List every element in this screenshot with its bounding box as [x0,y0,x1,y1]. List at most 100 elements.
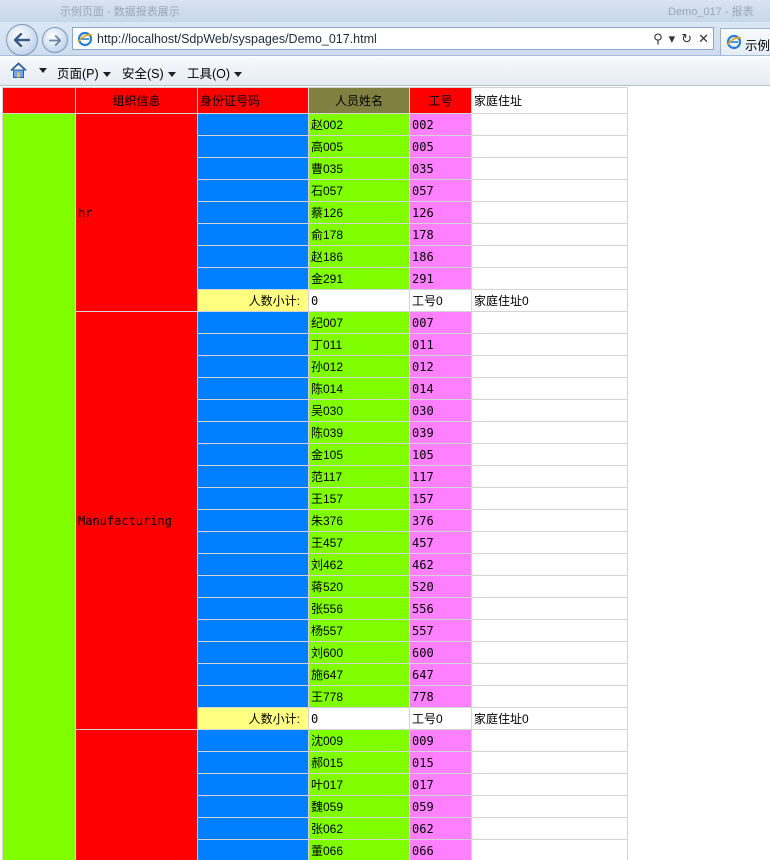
subtotal-address: 家庭住址0 [471,289,628,312]
back-button[interactable] [6,24,38,56]
name-cell: 杨557 [308,619,410,642]
id-card-cell [197,157,309,180]
address-cell [471,553,628,576]
dropdown-icon[interactable]: ▾ [669,30,676,47]
id-card-cell [197,839,309,860]
address-cell [471,311,628,334]
id-card-cell [197,135,309,158]
address-cell [471,355,628,378]
address-tools: ⚲ ▾ ↻ ✕ [653,30,709,47]
home-dropdown-icon[interactable] [39,68,47,73]
emp-no-cell: 017 [409,773,472,796]
address-cell [471,399,628,422]
id-card-cell [197,377,309,400]
header-name: 人员姓名 [308,87,410,114]
address-cell [471,531,628,554]
header-address: 家庭住址 [471,87,628,114]
address-cell [471,465,628,488]
id-card-cell [197,333,309,356]
name-cell: 石057 [308,179,410,202]
name-cell: 朱376 [308,509,410,532]
search-icon[interactable]: ⚲ [653,30,663,47]
subtotal-count: 0 [308,289,410,312]
table-row: 沈009 009 [3,729,628,860]
name-cell: 刘462 [308,553,410,576]
window-title: 示例页面 - 数据报表展示 [60,6,180,18]
address-cell [471,377,628,400]
subtotal-label: 人数小计: [197,707,309,730]
name-cell: 曹035 [308,157,410,180]
address-cell [471,421,628,444]
chevron-down-icon [102,72,111,78]
emp-no-cell: 186 [409,245,472,268]
id-card-cell [197,311,309,334]
emp-no-cell: 005 [409,135,472,158]
table-row: Manufacturing 纪007 007 [3,311,628,730]
name-cell: 俞178 [308,223,410,246]
address-cell [471,575,628,598]
menu-security[interactable]: 安全(S) [122,63,176,82]
subtotal-count: 0 [308,707,410,730]
address-cell [471,443,628,466]
emp-no-cell: 014 [409,377,472,400]
subtotal-label: 人数小计: [197,289,309,312]
id-card-cell [197,245,309,268]
address-cell [471,685,628,708]
address-bar[interactable]: http://localhost/SdpWeb/syspages/Demo_01… [72,27,714,50]
name-cell: 金291 [308,267,410,290]
address-cell [471,509,628,532]
id-card-cell [197,223,309,246]
id-card-cell [197,773,309,796]
menu-tools[interactable]: 工具(O) [187,63,243,82]
id-card-cell [197,729,309,752]
name-cell: 叶017 [308,773,410,796]
id-card-cell [197,421,309,444]
emp-no-cell: 062 [409,817,472,840]
emp-no-cell: 462 [409,553,472,576]
name-cell: 陈014 [308,377,410,400]
name-cell: 刘600 [308,641,410,664]
org-cell: Manufacturing [75,311,198,730]
id-card-cell [197,597,309,620]
name-cell: 范117 [308,465,410,488]
id-card-cell [197,399,309,422]
emp-no-cell: 002 [409,113,472,136]
address-cell [471,333,628,356]
back-arrow-icon [14,33,30,47]
address-cell [471,795,628,818]
name-cell: 陈039 [308,421,410,444]
id-card-cell [197,575,309,598]
address-cell [471,201,628,224]
emp-no-cell: 778 [409,685,472,708]
name-cell: 高005 [308,135,410,158]
url-text[interactable]: http://localhost/SdpWeb/syspages/Demo_01… [97,32,377,46]
address-cell [471,751,628,774]
emp-no-cell: 117 [409,465,472,488]
id-card-cell [197,531,309,554]
name-cell: 纪007 [308,311,410,334]
name-cell: 张062 [308,817,410,840]
forward-button[interactable] [42,27,68,53]
stop-icon[interactable]: ✕ [698,30,709,47]
menu-page-label: 页面(P) [57,67,99,81]
name-cell: 董066 [308,839,410,860]
menu-page[interactable]: 页面(P) [57,63,111,82]
emp-no-cell: 035 [409,157,472,180]
emp-no-cell: 030 [409,399,472,422]
id-card-cell [197,487,309,510]
emp-no-cell: 009 [409,729,472,752]
id-card-cell [197,355,309,378]
id-card-cell [197,751,309,774]
id-card-cell [197,443,309,466]
header-emp-no: 工号 [409,87,472,114]
window-title-bar: 示例页面 - 数据报表展示 Demo_017 - 报表 [0,0,770,22]
name-cell: 金105 [308,443,410,466]
emp-no-cell: 012 [409,355,472,378]
emp-no-cell: 600 [409,641,472,664]
emp-no-cell: 105 [409,443,472,466]
id-card-cell [197,795,309,818]
refresh-icon[interactable]: ↻ [681,30,692,47]
browser-tab[interactable]: 示例_ [720,28,770,55]
subtotal-emp-no: 工号0 [409,707,472,730]
home-icon[interactable] [10,62,27,79]
